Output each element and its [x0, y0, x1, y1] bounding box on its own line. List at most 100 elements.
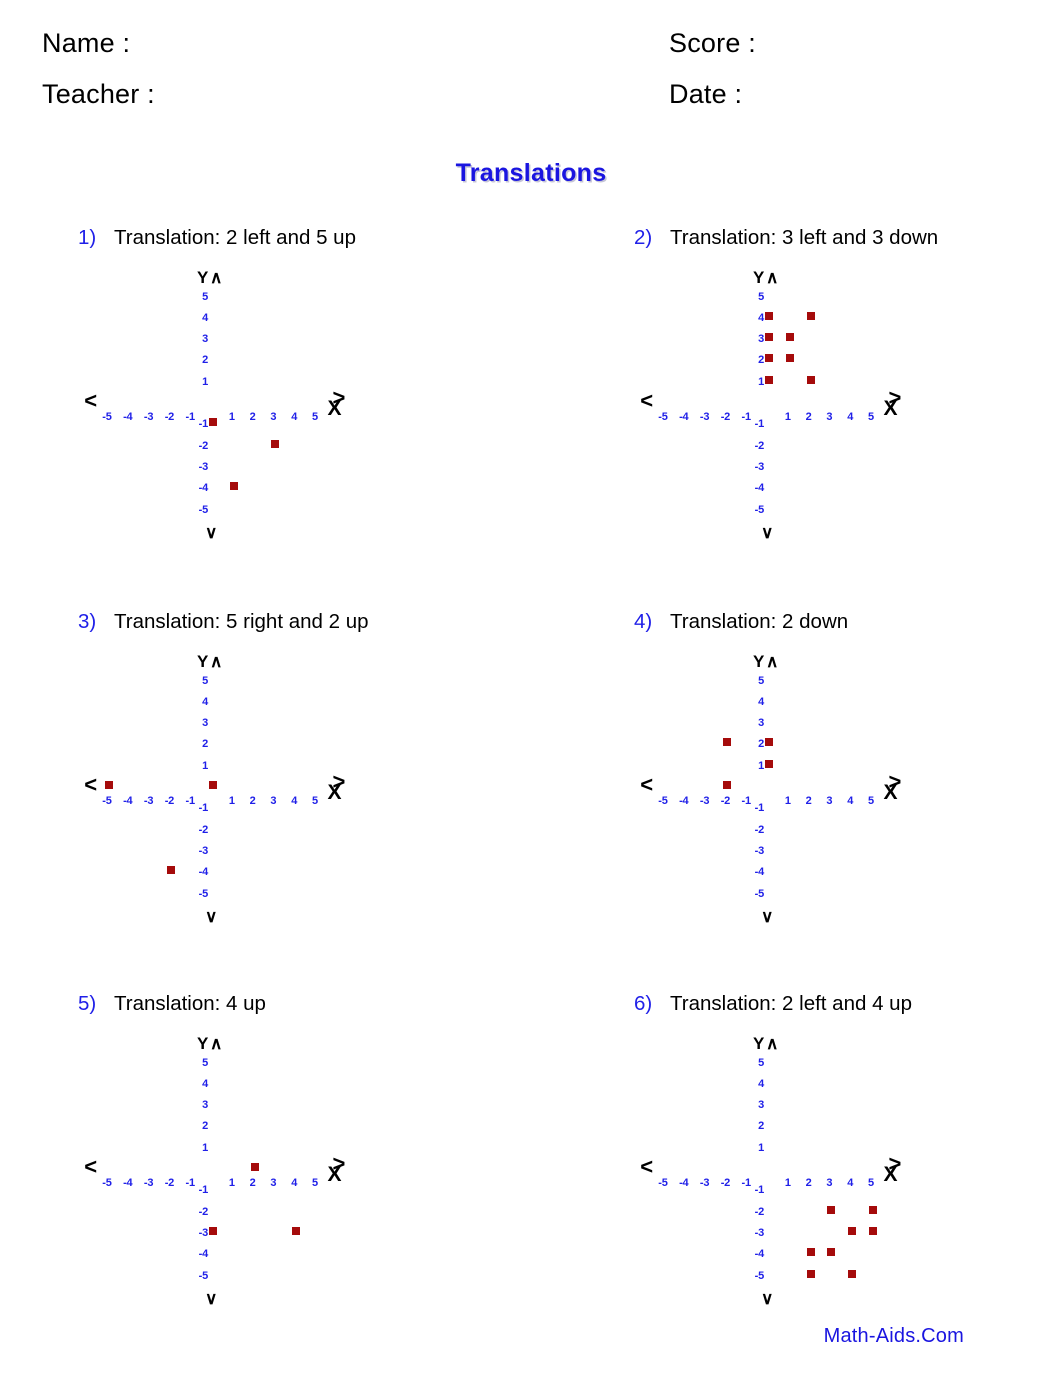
y-tick-label: -1 [198, 802, 209, 815]
y-axis-up-arrow-icon: ∧ [210, 268, 223, 288]
x-tick-label: -4 [679, 411, 689, 423]
x-tick-label: -5 [658, 1177, 668, 1189]
x-tick-label: -5 [102, 411, 112, 423]
y-tick-label: -1 [198, 1184, 209, 1197]
plotted-point [271, 439, 280, 448]
y-tick-label: 2 [758, 1120, 764, 1133]
y-tick-label: -3 [198, 1226, 209, 1239]
plotted-point [105, 781, 113, 789]
x-tick-label: -3 [143, 411, 154, 423]
y-axis-label: Y [197, 268, 209, 288]
y-tick-label: 1 [758, 759, 764, 772]
problem-prompt: Translation: 5 right and 2 up [114, 610, 369, 633]
problem-number: 1) [78, 226, 97, 249]
y-tick-label: -5 [754, 503, 765, 516]
problem-prompt: Translation: 4 up [114, 992, 266, 1015]
x-tick-label: 1 [228, 795, 235, 807]
graph-area: -5 -4 -3 -2 -1 1 2 3 4 5 5 4 3 2 1 -1 -2 -3 -4 -5 < > X ∧ Y ∨ [634, 1030, 934, 1307]
y-tick-label: -3 [198, 460, 209, 473]
problem-heading: 4) Translation: 2 down [634, 611, 848, 633]
y-tick-label: 1 [202, 1141, 208, 1154]
x-tick-label: 2 [805, 795, 812, 807]
x-tick-label: -4 [123, 411, 133, 423]
x-axis-label: X [327, 397, 342, 420]
problem-3: 3) Translation: 5 right and 2 up -5 -4 -3 -2-… [78, 610, 548, 972]
x-tick-label: 5 [868, 1177, 874, 1189]
plotted-point [765, 759, 773, 768]
x-tick-label: 4 [847, 1177, 854, 1189]
x-tick-label: 3 [270, 795, 277, 807]
page-title: Translations [455, 159, 607, 187]
plotted-point [209, 1226, 217, 1235]
y-axis-label: Y [197, 652, 209, 672]
plotted-point [723, 738, 732, 747]
x-tick-label: 5 [868, 795, 874, 807]
y-axis-up-arrow-icon: ∧ [766, 1034, 779, 1054]
problem-number: 5) [78, 992, 97, 1015]
y-tick-label: -2 [198, 1205, 209, 1218]
y-tick-label: -5 [198, 1269, 209, 1282]
x-tick-label: -3 [699, 411, 710, 423]
plotted-point [806, 311, 815, 320]
x-axis-left-arrow-icon: < [84, 1154, 98, 1179]
plotted-point [765, 738, 773, 747]
y-tick-label: 3 [758, 717, 764, 730]
y-tick-label: -2 [198, 823, 209, 836]
y-tick-label: 2 [202, 1120, 208, 1133]
x-tick-label: -3 [699, 795, 710, 807]
y-tick-label: -2 [754, 439, 765, 452]
plotted-point [167, 866, 176, 875]
y-axis-down-arrow-icon: ∨ [205, 523, 218, 543]
x-tick-label: -3 [143, 1177, 154, 1189]
y-tick-label: -3 [754, 844, 765, 857]
plotted-point [806, 375, 815, 384]
problem-number: 6) [634, 992, 653, 1015]
plotted-point [869, 1205, 877, 1214]
y-tick-label: -4 [198, 866, 209, 879]
y-axis-down-arrow-icon: ∨ [761, 523, 774, 543]
x-tick-label: 1 [228, 1177, 235, 1189]
y-tick-label: 4 [758, 695, 764, 708]
problem-2: 2) Translation: 3 left and 3 down -5 -4 -3 -2… [634, 227, 1062, 588]
x-tick-label: 2 [249, 411, 256, 423]
worksheet-header: Name : Teacher : Score : Date : [0, 0, 1062, 130]
y-tick-label: 1 [202, 759, 208, 772]
y-tick-label: 5 [758, 674, 764, 687]
plotted-point [806, 1248, 815, 1257]
y-tick-label: 5 [202, 1056, 208, 1069]
x-tick-label: 3 [270, 1177, 277, 1189]
problem-heading: 3) Translation: 5 right and 2 up [78, 610, 369, 633]
y-tick-label: -4 [198, 482, 209, 495]
x-tick-label: 1 [784, 795, 791, 807]
y-tick-label: 1 [758, 375, 764, 388]
y-axis-label: Y [753, 652, 765, 672]
coordinate-plane-6: -5 -4 -3 -2 -1 1 2 3 4 5 5 4 3 2 1 -1 -2 -3 -4 -5 < > X ∧ Y ∨ [634, 1030, 934, 1307]
y-tick-label: 3 [758, 333, 764, 346]
x-tick-label: 2 [249, 795, 256, 807]
y-tick-label: 2 [202, 354, 208, 367]
x-tick-label: -5 [658, 795, 668, 807]
name-label: Name : [42, 28, 131, 58]
graph-area: -5 -4 -3 -2 -1 1 2 3 4 5 5 4 3 2 1 -1 -2 -3 -4 -5 < > X ∧ Y ∨ [634, 648, 934, 925]
teacher-label: Teacher : [42, 79, 155, 109]
plotted-point [765, 333, 773, 342]
coordinate-plane-5: -5 -4 -3 -2 -1 1 2 3 4 5 5 4 3 2 1 -1 -2 -3 -4 -5 < > X ∧ Y ∨ [78, 1030, 378, 1309]
y-tick-label: -2 [198, 439, 209, 452]
site-credit: Math-Aids.Com [823, 1325, 964, 1347]
x-axis-left-arrow-icon: < [640, 388, 654, 413]
score-label: Score : [669, 28, 756, 58]
x-tick-label: 2 [249, 1177, 256, 1189]
y-axis-up-arrow-icon: ∧ [210, 652, 223, 672]
x-tick-label: -2 [720, 411, 731, 423]
y-tick-label: 4 [202, 311, 208, 324]
y-tick-label: 1 [202, 375, 208, 388]
x-axis-label: X [327, 1163, 342, 1186]
x-tick-label: 4 [291, 795, 298, 807]
x-tick-label: 2 [805, 411, 812, 423]
x-tick-label: -5 [658, 411, 668, 423]
x-tick-label: -5 [102, 795, 112, 807]
coordinate-plane-2: -5 -4 -3 -2 -1 1 2 3 4 5 5 4 3 2 1 -1 -2 -3 -4 -5 < > X ∧ Y ∨ [634, 264, 934, 543]
x-axis-left-arrow-icon: < [640, 1154, 654, 1179]
plotted-point [827, 1205, 836, 1214]
y-axis-down-arrow-icon: ∨ [205, 1289, 218, 1309]
